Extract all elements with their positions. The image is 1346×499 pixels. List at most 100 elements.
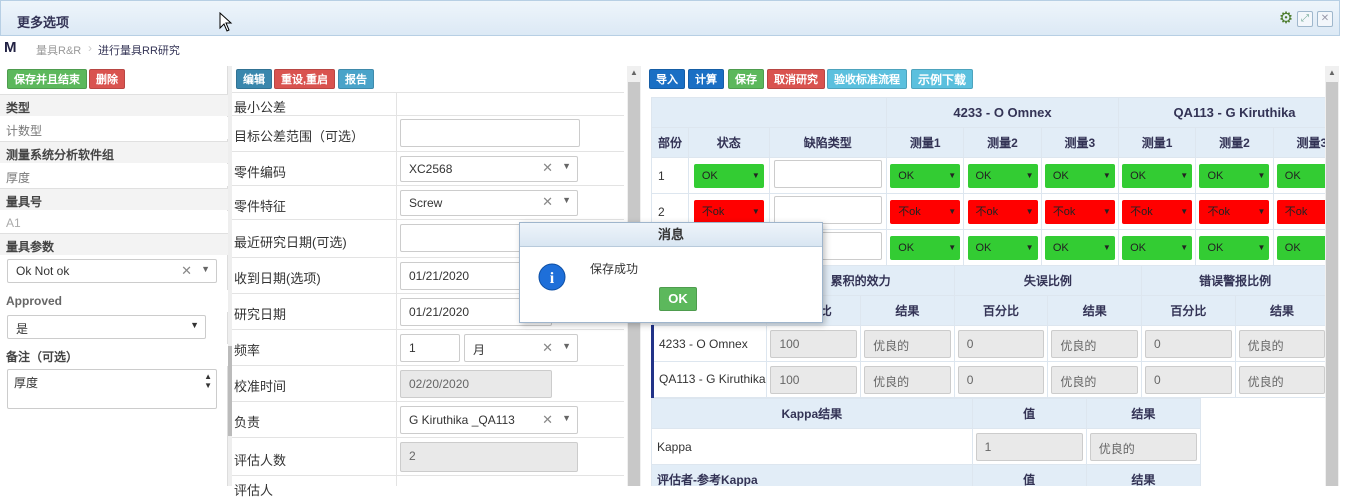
calibration-label: 校准时间 bbox=[234, 379, 287, 394]
clear-icon[interactable]: ✕ bbox=[542, 340, 553, 356]
scroll-up-icon[interactable]: ▲ bbox=[1328, 68, 1336, 77]
gauge-param-select[interactable]: Ok Not ok ✕ ▼ bbox=[7, 259, 217, 283]
status-select[interactable]: 不ok bbox=[693, 199, 764, 224]
measure-select[interactable]: OK bbox=[1199, 235, 1270, 260]
target-tol-label: 目标公差范围（可选） bbox=[234, 129, 365, 144]
chevron-down-icon[interactable]: ▼ bbox=[562, 195, 571, 205]
col-header-status: 状态 bbox=[688, 127, 770, 158]
clear-icon[interactable]: ✕ bbox=[542, 160, 553, 176]
ok-button[interactable]: OK bbox=[659, 287, 697, 311]
part-feature-value: Screw bbox=[409, 196, 443, 210]
app-logo: M bbox=[4, 39, 17, 56]
chevron-down-icon[interactable]: ▼ bbox=[562, 161, 571, 171]
measure-select[interactable]: OK bbox=[890, 163, 961, 188]
part-no-select[interactable]: XC2568 ✕ ▼ bbox=[400, 156, 578, 182]
measure-select[interactable]: 不ok bbox=[1199, 199, 1270, 224]
eff-cell: 0 bbox=[957, 365, 1045, 394]
part-cell: 1 bbox=[650, 157, 690, 194]
measure-select[interactable]: OK bbox=[967, 163, 1038, 188]
measure-select[interactable]: OK bbox=[1044, 235, 1115, 260]
svg-text:i: i bbox=[550, 270, 555, 287]
form-divider bbox=[396, 92, 397, 486]
gear-icon[interactable]: ⚙ bbox=[1278, 11, 1294, 27]
calibration-input: 02/20/2020 bbox=[400, 370, 552, 398]
approved-select[interactable]: 是 ▼ bbox=[7, 315, 206, 339]
message-dialog: 消息 i 保存成功 OK bbox=[519, 222, 823, 323]
appraiser-ref-kappa-header: 评估者-参考Kappa bbox=[651, 464, 973, 486]
eff-sub: 结果 bbox=[1047, 295, 1143, 326]
min-tol-label: 最小公差 bbox=[234, 100, 287, 115]
measure-select[interactable]: 不ok bbox=[1122, 199, 1193, 224]
right-scrollbar[interactable]: ▲ bbox=[1325, 66, 1339, 486]
kappa-table: Kappa结果 值 结果 Kappa 1 优良的 评估者-参考Kappa 值 结… bbox=[651, 398, 1202, 486]
breadcrumb-item-gauge-rr[interactable]: 量具R&R bbox=[36, 42, 81, 58]
defect-input[interactable] bbox=[773, 160, 882, 188]
status-select[interactable]: OK bbox=[693, 163, 764, 188]
msa-group-label: 测量系统分析软件组 bbox=[0, 141, 228, 163]
measure-select[interactable]: OK bbox=[1199, 163, 1270, 188]
table-row: Kappa 1 优良的 bbox=[651, 428, 1202, 465]
frequency-unit-select[interactable]: 月 ✕ ▼ bbox=[464, 334, 578, 362]
measure-select[interactable]: 不ok bbox=[890, 199, 961, 224]
chevron-down-icon[interactable]: ▼ bbox=[562, 413, 571, 423]
popout-icon[interactable]: ⤢ bbox=[1297, 11, 1313, 27]
owner-row: 负责 G Kiruthika _QA113 ✕ ▼ bbox=[232, 402, 624, 438]
kappa-result-header: 结果 bbox=[1085, 464, 1202, 486]
appraiser-name: 4233 - O Omnex bbox=[650, 325, 768, 362]
kappa-header: Kappa结果 bbox=[651, 398, 973, 429]
part-feature-select[interactable]: Screw ✕ ▼ bbox=[400, 190, 578, 216]
kappa-result: 优良的 bbox=[1089, 432, 1197, 461]
eff-sub: 百分比 bbox=[953, 295, 1049, 326]
measure-select[interactable]: OK bbox=[890, 235, 961, 260]
min-tol-row: 最小公差 bbox=[232, 92, 624, 116]
type-value: 计数型 bbox=[0, 117, 228, 139]
owner-select[interactable]: G Kiruthika _QA113 ✕ ▼ bbox=[400, 406, 578, 434]
chevron-down-icon[interactable]: ▼ bbox=[201, 264, 210, 274]
part-feature-row: 零件特征 Screw ✕ ▼ bbox=[232, 186, 624, 220]
table-row: QA113 - G Kiruthika 100 优良的 0 优良的 0 优良的 … bbox=[650, 361, 1326, 398]
measure-select[interactable]: OK bbox=[1122, 163, 1193, 188]
notes-label: 备注（可选） bbox=[0, 344, 228, 366]
eff-cell: 0 bbox=[957, 329, 1045, 358]
measure-select[interactable]: OK bbox=[1276, 235, 1326, 260]
eff-cell: 0 bbox=[1145, 365, 1232, 394]
eff-cell: 100 bbox=[770, 329, 858, 358]
measure-select[interactable]: OK bbox=[1122, 235, 1193, 260]
clear-icon[interactable]: ✕ bbox=[542, 412, 553, 428]
measure-select[interactable]: OK bbox=[1044, 163, 1115, 188]
appraiser-next-label: 评估人 bbox=[234, 483, 274, 498]
frequency-input[interactable]: 1 bbox=[400, 334, 460, 362]
window-titlebar: 更多选项 ⚙ ⤢ ✕ bbox=[0, 0, 1340, 36]
clear-icon[interactable]: ✕ bbox=[181, 263, 192, 279]
receive-date-label: 收到日期(选项) bbox=[234, 271, 321, 286]
defect-input[interactable] bbox=[773, 196, 882, 224]
clear-icon[interactable]: ✕ bbox=[542, 194, 553, 210]
measure-select[interactable]: OK bbox=[1276, 163, 1326, 188]
scroll-up-icon[interactable]: ▲ bbox=[630, 68, 638, 77]
msa-group-value: 厚度 bbox=[0, 164, 228, 186]
appraisers-value: 2 bbox=[409, 449, 416, 463]
chevron-down-icon[interactable]: ▼ bbox=[562, 341, 571, 351]
chevron-down-icon[interactable]: ▼ bbox=[190, 320, 199, 330]
appraisers-input: 2 bbox=[400, 442, 578, 472]
col-header-part: 部份 bbox=[650, 127, 690, 158]
eff-cell: 优良的 bbox=[1238, 365, 1326, 394]
gauge-no-label: 量具号 bbox=[0, 188, 228, 210]
spinner-icon[interactable]: ▲ ▼ bbox=[204, 372, 212, 390]
measure-select[interactable]: OK bbox=[967, 235, 1038, 260]
approved-value: 是 bbox=[16, 322, 29, 336]
target-tol-input[interactable] bbox=[400, 119, 580, 147]
kappa-value: 1 bbox=[975, 432, 1083, 461]
measure-select[interactable]: 不ok bbox=[1044, 199, 1115, 224]
appraisers-label: 评估人数 bbox=[234, 453, 287, 468]
appraiser-name: QA113 - G Kiruthika bbox=[650, 361, 768, 398]
measure-select[interactable]: 不ok bbox=[967, 199, 1038, 224]
gauge-param-label: 量具参数 bbox=[0, 233, 228, 255]
frequency-row: 频率 1 月 ✕ ▼ bbox=[232, 330, 624, 366]
close-icon[interactable]: ✕ bbox=[1317, 11, 1333, 27]
notes-textarea[interactable]: 厚度 ▲ ▼ bbox=[7, 369, 217, 409]
measure-select[interactable]: 不ok bbox=[1276, 199, 1326, 224]
info-icon: i bbox=[538, 263, 566, 291]
eff-cell: 优良的 bbox=[1051, 329, 1139, 358]
part-feature-label: 零件特征 bbox=[234, 199, 287, 214]
